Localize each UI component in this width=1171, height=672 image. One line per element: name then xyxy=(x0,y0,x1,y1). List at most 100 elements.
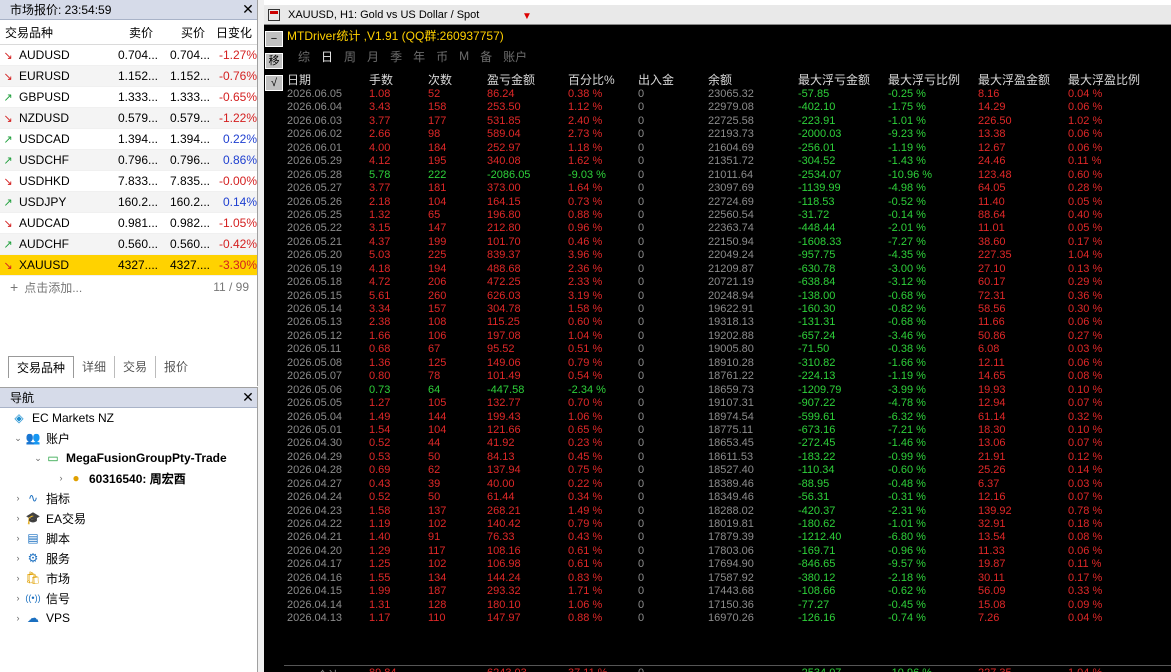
expand-right-icon[interactable]: › xyxy=(55,473,67,483)
stats-tab[interactable]: 综 xyxy=(298,48,310,65)
cell-percent: 0.34 % xyxy=(568,491,603,504)
cell-lots: 2.38 xyxy=(369,316,391,329)
ask-cell: 1.394... xyxy=(169,132,210,146)
cell-max-float-profit: 25.26 xyxy=(978,464,1006,477)
nav-item[interactable]: › ☁ VPS xyxy=(0,608,257,628)
arrow-down-icon: ↘ xyxy=(3,259,13,272)
market-watch-row[interactable]: ↗ USDCAD 1.394... 1.394... 0.22% xyxy=(0,129,257,150)
symbol-cell: ↘ AUDCAD xyxy=(0,216,110,230)
table-row: 2026.05.20 5.03 225 839.37 3.96 % 0 22049.24 -9… xyxy=(284,249,1171,262)
cell-max-float-loss: -957.75 xyxy=(798,249,836,262)
mode-button[interactable]: 移 xyxy=(265,53,283,69)
expand-right-icon[interactable]: › xyxy=(12,533,24,543)
nav-item[interactable]: › ⚙ 服务 xyxy=(0,548,257,568)
cell-date: 2026.04.16 xyxy=(287,571,343,584)
market-watch-title-bar: 市场报价: 23:54:59 ✕ xyxy=(0,0,257,20)
cell-percent: 3.19 % xyxy=(568,289,603,302)
cell-profit: 101.70 xyxy=(487,235,521,248)
stats-tab[interactable]: M xyxy=(459,49,469,63)
minimize-button[interactable]: − xyxy=(265,31,283,47)
market-watch-row[interactable]: ↘ EURUSD 1.152... 1.152... -0.76% xyxy=(0,66,257,87)
symbol-name: NZDUSD xyxy=(19,111,69,125)
header-change[interactable]: 日变化 xyxy=(210,24,257,41)
cell-trades: 195 xyxy=(428,155,447,168)
cell-balance: 20721.19 xyxy=(708,276,754,289)
tab-symbols[interactable]: 交易品种 xyxy=(8,356,75,378)
nav-accounts[interactable]: ⌄ 👥 账户 xyxy=(0,428,257,448)
market-watch-row[interactable]: ↘ USDHKD 7.833... 7.835... -0.00% xyxy=(0,171,257,192)
market-watch-header: 交易品种 卖价 买价 日变化 xyxy=(0,20,257,45)
symbol-cell: ↗ AUDCHF xyxy=(0,237,110,251)
cell-lots: 1.17 xyxy=(369,612,391,625)
ask-cell: 160.2... xyxy=(169,195,210,209)
nav-item[interactable]: › 🛍 市场 xyxy=(0,568,257,588)
symbol-name: USDHKD xyxy=(19,174,70,188)
header-bid[interactable]: 卖价 xyxy=(110,24,158,41)
expand-down-icon[interactable]: ⌄ xyxy=(32,453,44,464)
expand-right-icon[interactable]: › xyxy=(12,613,24,623)
stats-tab[interactable]: 月 xyxy=(367,48,379,65)
cell-date: 2026.05.06 xyxy=(287,383,343,396)
cell-percent: 1.58 % xyxy=(568,303,603,315)
check-button[interactable]: √ xyxy=(265,75,283,91)
stats-tab[interactable]: 季 xyxy=(390,48,402,65)
cell-max-float-profit-pct: 0.60 % xyxy=(1068,168,1103,181)
cell-percent: 0.79 % xyxy=(568,518,603,530)
nav-broker[interactable]: ◈ EC Markets NZ xyxy=(0,408,257,428)
symbol-name: AUDUSD xyxy=(19,48,70,62)
market-watch-row[interactable]: ↘ NZDUSD 0.579... 0.579... -1.22% xyxy=(0,108,257,129)
expand-down-icon[interactable]: ⌄ xyxy=(12,433,24,444)
expand-right-icon[interactable]: › xyxy=(12,593,24,603)
cell-max-float-profit-pct: 0.11 % xyxy=(1068,558,1102,571)
market-watch-row[interactable]: ↘ AUDCAD 0.981... 0.982... -1.05% xyxy=(0,213,257,234)
close-icon[interactable]: ✕ xyxy=(239,1,257,18)
add-symbol-row[interactable]: + 点击添加... 11 / 99 xyxy=(0,276,257,298)
nav-server-label: MegaFusionGroupPty-Trade xyxy=(66,451,227,465)
stats-tab[interactable]: 周 xyxy=(344,48,356,65)
expand-right-icon[interactable]: › xyxy=(12,493,24,503)
cell-max-float-profit: 13.54 xyxy=(978,531,1006,544)
header-symbol[interactable]: 交易品种 xyxy=(0,24,110,41)
stats-tab[interactable]: 备 xyxy=(480,48,492,65)
tab-details[interactable]: 详细 xyxy=(74,356,116,378)
cell-max-float-loss-pct: -1.46 % xyxy=(888,437,926,450)
market-watch-row[interactable]: ↗ AUDCHF 0.560... 0.560... -0.42% xyxy=(0,234,257,255)
cell-profit: 164.15 xyxy=(487,195,521,208)
market-watch-row[interactable]: ↘ AUDUSD 0.704... 0.704... -1.27% xyxy=(0,45,257,66)
market-watch-row[interactable]: ↗ USDJPY 160.2... 160.2... 0.14% xyxy=(0,192,257,213)
expand-right-icon[interactable]: › xyxy=(12,513,24,523)
expand-right-icon[interactable]: › xyxy=(12,573,24,583)
table-row: 2026.04.30 0.52 44 41.92 0.23 % 0 18653.45 -272… xyxy=(284,437,1171,450)
stats-tab[interactable]: 年 xyxy=(413,48,425,65)
nav-item[interactable]: › 🎓 EA交易 xyxy=(0,508,257,528)
tab-trading[interactable]: 交易 xyxy=(115,356,157,378)
cell-lots: 1.49 xyxy=(369,410,391,423)
table-row: 2026.05.18 4.72 206 472.25 2.33 % 0 20721.19 -6… xyxy=(284,276,1171,289)
arrow-up-icon: ↗ xyxy=(3,238,13,251)
cell-percent: 0.70 % xyxy=(568,397,603,410)
cell-lots: 1.58 xyxy=(369,504,391,517)
nav-server[interactable]: ⌄ ▭ MegaFusionGroupPty-Trade xyxy=(0,448,257,468)
stats-tab[interactable]: 日 xyxy=(321,48,333,65)
cell-max-float-loss-pct: -3.99 % xyxy=(888,383,926,396)
cell-date: 2026.05.07 xyxy=(287,370,343,383)
nav-item[interactable]: › ▤ 脚本 xyxy=(0,528,257,548)
cell-date: 2026.05.26 xyxy=(287,195,343,208)
nav-item[interactable]: › ∿ 指标 xyxy=(0,488,257,508)
total-max-float-loss-pct: -10.96 % xyxy=(888,667,932,672)
stats-tab[interactable]: 币 xyxy=(436,48,448,65)
market-watch-row[interactable]: ↗ GBPUSD 1.333... 1.333... -0.65% xyxy=(0,87,257,108)
nav-account[interactable]: › ● 60316540: 周宏酉 xyxy=(0,468,257,488)
cell-max-float-profit: 50.86 xyxy=(978,329,1006,342)
ask-cell: 0.796... xyxy=(169,153,210,167)
header-ask[interactable]: 买价 xyxy=(158,24,210,41)
change-cell: -0.42% xyxy=(218,237,257,251)
expand-right-icon[interactable]: › xyxy=(12,553,24,563)
market-watch-row[interactable]: ↘ XAUUSD 4327.... 4327.... -3.30% xyxy=(0,255,257,276)
tab-ticks[interactable]: 报价 xyxy=(156,356,196,378)
close-icon[interactable]: ✕ xyxy=(239,389,257,406)
cell-max-float-loss-pct: -7.27 % xyxy=(888,235,926,248)
nav-item[interactable]: › ((•)) 信号 xyxy=(0,588,257,608)
market-watch-row[interactable]: ↗ USDCHF 0.796... 0.796... 0.86% xyxy=(0,150,257,171)
stats-tab[interactable]: 账户 xyxy=(503,48,527,65)
